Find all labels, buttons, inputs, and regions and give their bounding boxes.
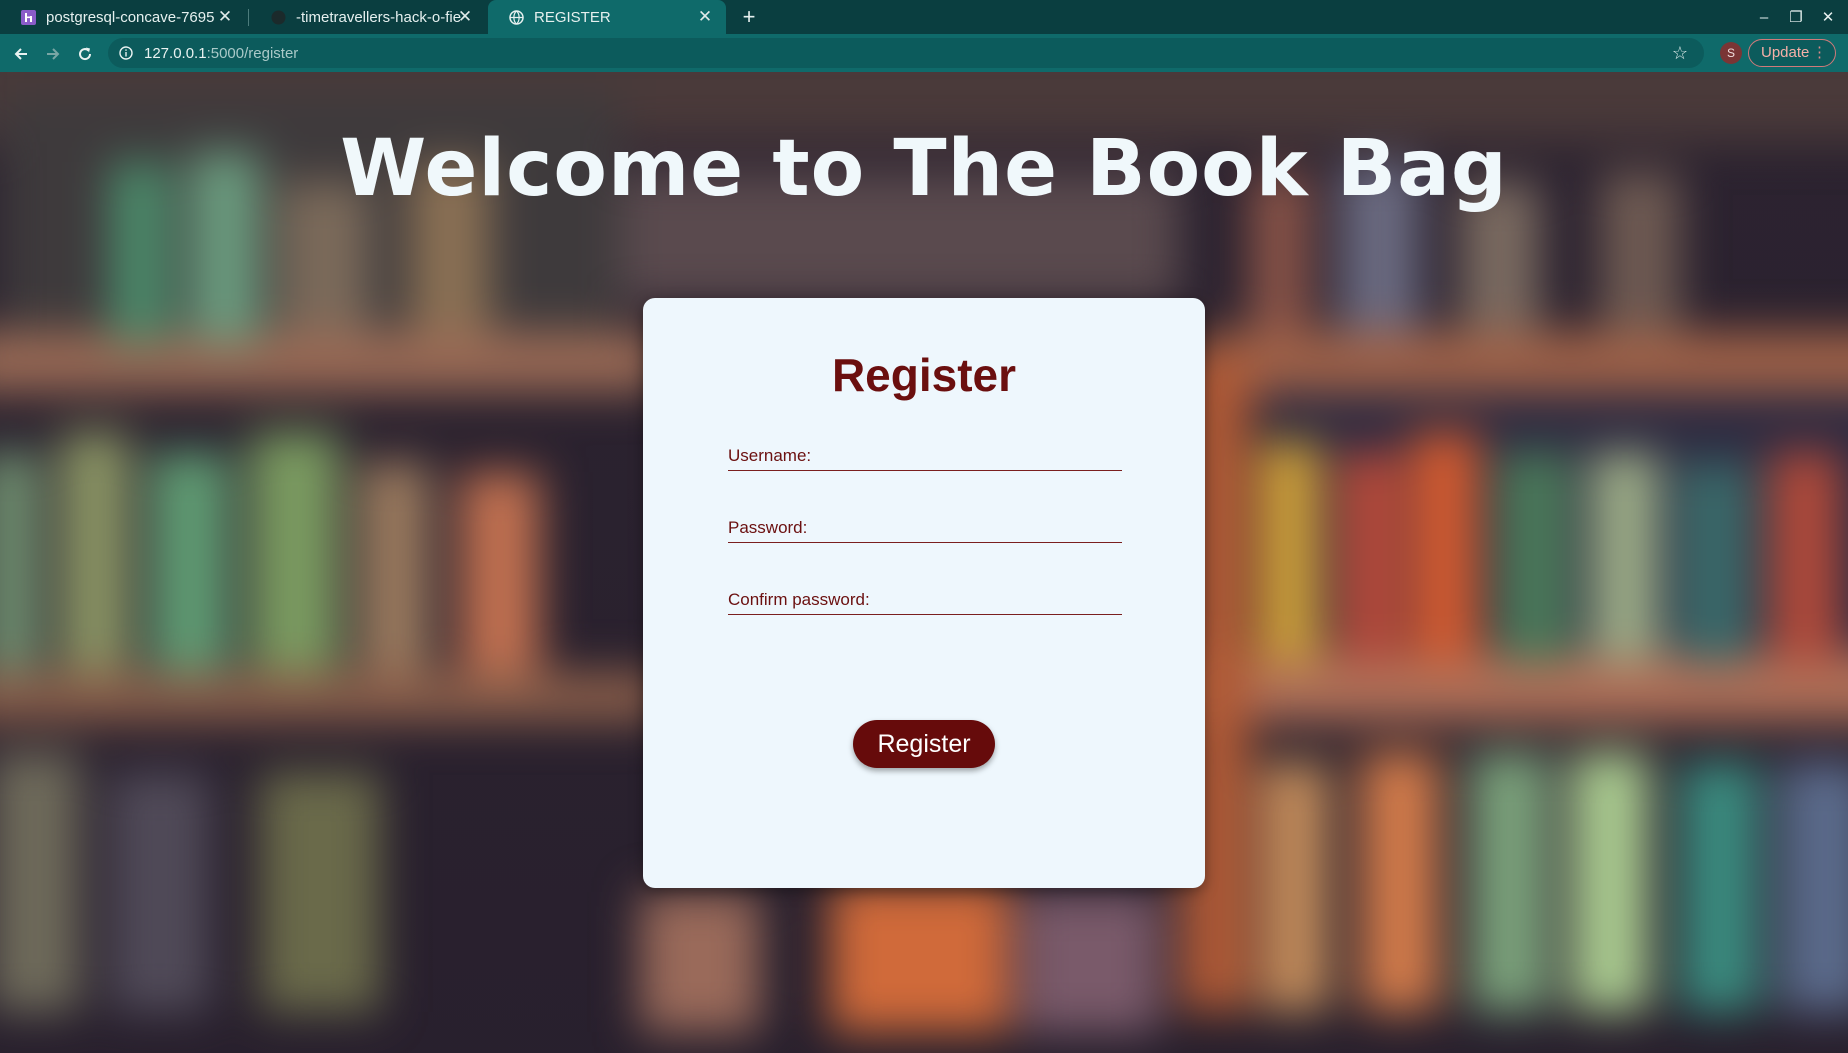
minimize-icon[interactable]: – [1748,0,1780,34]
update-button[interactable]: Update ⋮ [1748,39,1836,67]
tab-title: -timetravellers-hack-o-fie [296,8,462,26]
heroku-icon [20,9,36,25]
close-icon[interactable]: ✕ [216,8,234,26]
username-input[interactable] [728,440,1126,472]
url-text: 127.0.0.1:5000/register [144,45,298,62]
confirm-password-field[interactable]: Confirm password: [728,584,1126,616]
tab-title: postgresql-concave-7695 [46,8,215,26]
username-field[interactable]: Username: [728,440,1126,472]
globe-icon [508,9,524,25]
register-button[interactable]: Register [853,720,995,768]
tab-strip: postgresql-concave-7695 ✕ -timetraveller… [0,0,1848,34]
password-field[interactable]: Password: [728,512,1126,544]
address-bar[interactable]: 127.0.0.1:5000/register ☆ [108,38,1704,68]
bookmark-star-icon[interactable]: ☆ [1670,43,1690,63]
window-close-icon[interactable]: ✕ [1812,0,1844,34]
back-icon[interactable] [8,41,34,67]
tab-github[interactable]: -timetravellers-hack-o-fie ✕ [250,0,486,34]
site-info-icon[interactable] [118,45,134,61]
browser-toolbar: 127.0.0.1:5000/register ☆ S Update ⋮ [0,34,1848,72]
tab-divider [248,9,249,26]
tab-postgresql[interactable]: postgresql-concave-7695 ✕ [0,0,246,34]
url-path: :5000/register [206,44,299,62]
tab-register[interactable]: REGISTER ✕ [488,0,726,34]
url-host: 127.0.0.1 [144,44,207,62]
more-menu-icon: ⋮ [1812,44,1827,61]
new-tab-icon[interactable]: + [736,4,762,30]
form-title: Register [831,349,1017,401]
restore-icon[interactable]: ❐ [1780,0,1812,34]
register-card: Register Username: Password: Confirm pas… [643,298,1205,888]
close-icon[interactable]: ✕ [696,8,714,26]
page-viewport: Welcome to The Book Bag Register Usernam… [0,72,1848,1053]
password-input[interactable] [728,512,1126,544]
close-icon[interactable]: ✕ [456,8,474,26]
page-headline: Welcome to The Book Bag [340,124,1508,214]
update-label: Update [1761,44,1810,61]
profile-avatar[interactable]: S [1720,42,1742,64]
github-icon [270,9,286,25]
confirm-password-input[interactable] [728,584,1126,616]
forward-icon[interactable] [40,41,66,67]
reload-icon[interactable] [72,41,98,67]
